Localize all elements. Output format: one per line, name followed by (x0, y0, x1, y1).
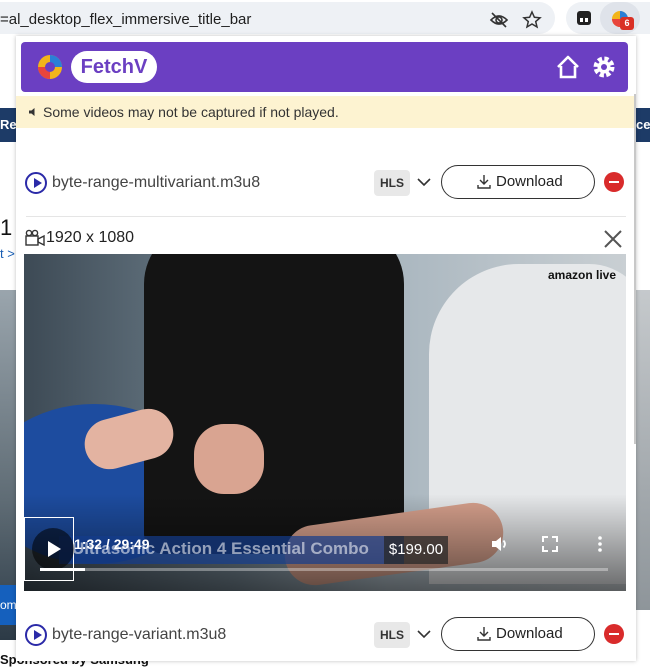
video-price-tag: $199.00 (384, 536, 448, 564)
popup-header: FetchV (21, 42, 628, 92)
preview-header: 1920 x 1080 (16, 222, 636, 254)
background-image-right (636, 290, 650, 610)
download-button[interactable]: Download (441, 617, 595, 651)
list-item: byte-range-variant.m3u8 HLS Download (16, 616, 636, 656)
file-name: byte-range-variant.m3u8 (52, 626, 227, 643)
divider (26, 216, 626, 217)
scrollbar[interactable] (634, 94, 636, 444)
file-name: byte-range-multivariant.m3u8 (52, 174, 261, 191)
background-link[interactable]: t > (0, 246, 15, 261)
fetchv-logo-icon (38, 55, 62, 79)
close-icon[interactable] (602, 228, 624, 250)
play-icon[interactable] (25, 624, 47, 646)
fetchv-popup: FetchV Some videos may not be captured i… (16, 36, 636, 661)
video-progress-fill (40, 568, 86, 571)
more-options-icon[interactable] (590, 534, 610, 554)
download-label: Download (496, 625, 563, 642)
format-badge: HLS (374, 622, 410, 648)
gear-icon[interactable] (591, 54, 617, 80)
list-item: byte-range-multivariant.m3u8 HLS Downloa… (16, 164, 636, 204)
star-icon[interactable] (522, 10, 542, 30)
background-banner-right: ce (636, 108, 650, 142)
address-bar[interactable]: =al_desktop_flex_immersive_title_bar (0, 2, 555, 34)
video-camera-icon (25, 229, 45, 247)
play-icon[interactable] (25, 172, 47, 194)
fullscreen-icon[interactable] (540, 534, 560, 554)
chevron-down-icon[interactable] (416, 174, 432, 190)
video-brand-watermark: amazon live (548, 268, 617, 282)
resolution-text: 1920 x 1080 (46, 229, 135, 246)
logo-text: FetchV (80, 56, 148, 78)
video-player[interactable]: amazon live Ultrasonic Action 4 Essentia… (24, 254, 626, 591)
remove-button[interactable] (604, 624, 624, 644)
video-progress-bar[interactable] (40, 568, 608, 571)
video-time: 1:32 / 29:49 (74, 536, 150, 552)
video-play-button[interactable] (32, 528, 74, 570)
download-icon (477, 175, 491, 189)
notice-banner: Some videos may not be captured if not p… (16, 96, 636, 128)
eye-off-icon[interactable] (489, 10, 509, 30)
home-icon[interactable] (555, 54, 581, 80)
url-text[interactable]: =al_desktop_flex_immersive_title_bar (0, 11, 251, 28)
browser-toolbar: =al_desktop_flex_immersive_title_bar 6 (0, 0, 650, 36)
background-blue-block: om (0, 585, 16, 625)
extension-badge: 6 (620, 17, 634, 30)
download-button[interactable]: Download (441, 165, 595, 199)
format-badge: HLS (374, 170, 410, 196)
logo-pill: FetchV (71, 51, 157, 83)
remove-button[interactable] (604, 172, 624, 192)
speaker-icon (29, 108, 35, 116)
chevron-down-icon[interactable] (416, 626, 432, 642)
tab-search-icon[interactable] (575, 9, 593, 27)
download-label: Download (496, 173, 563, 190)
background-number: 1 (0, 215, 13, 240)
download-icon (477, 627, 491, 641)
notice-text: Some videos may not be captured if not p… (43, 104, 339, 120)
volume-icon[interactable] (490, 534, 510, 554)
